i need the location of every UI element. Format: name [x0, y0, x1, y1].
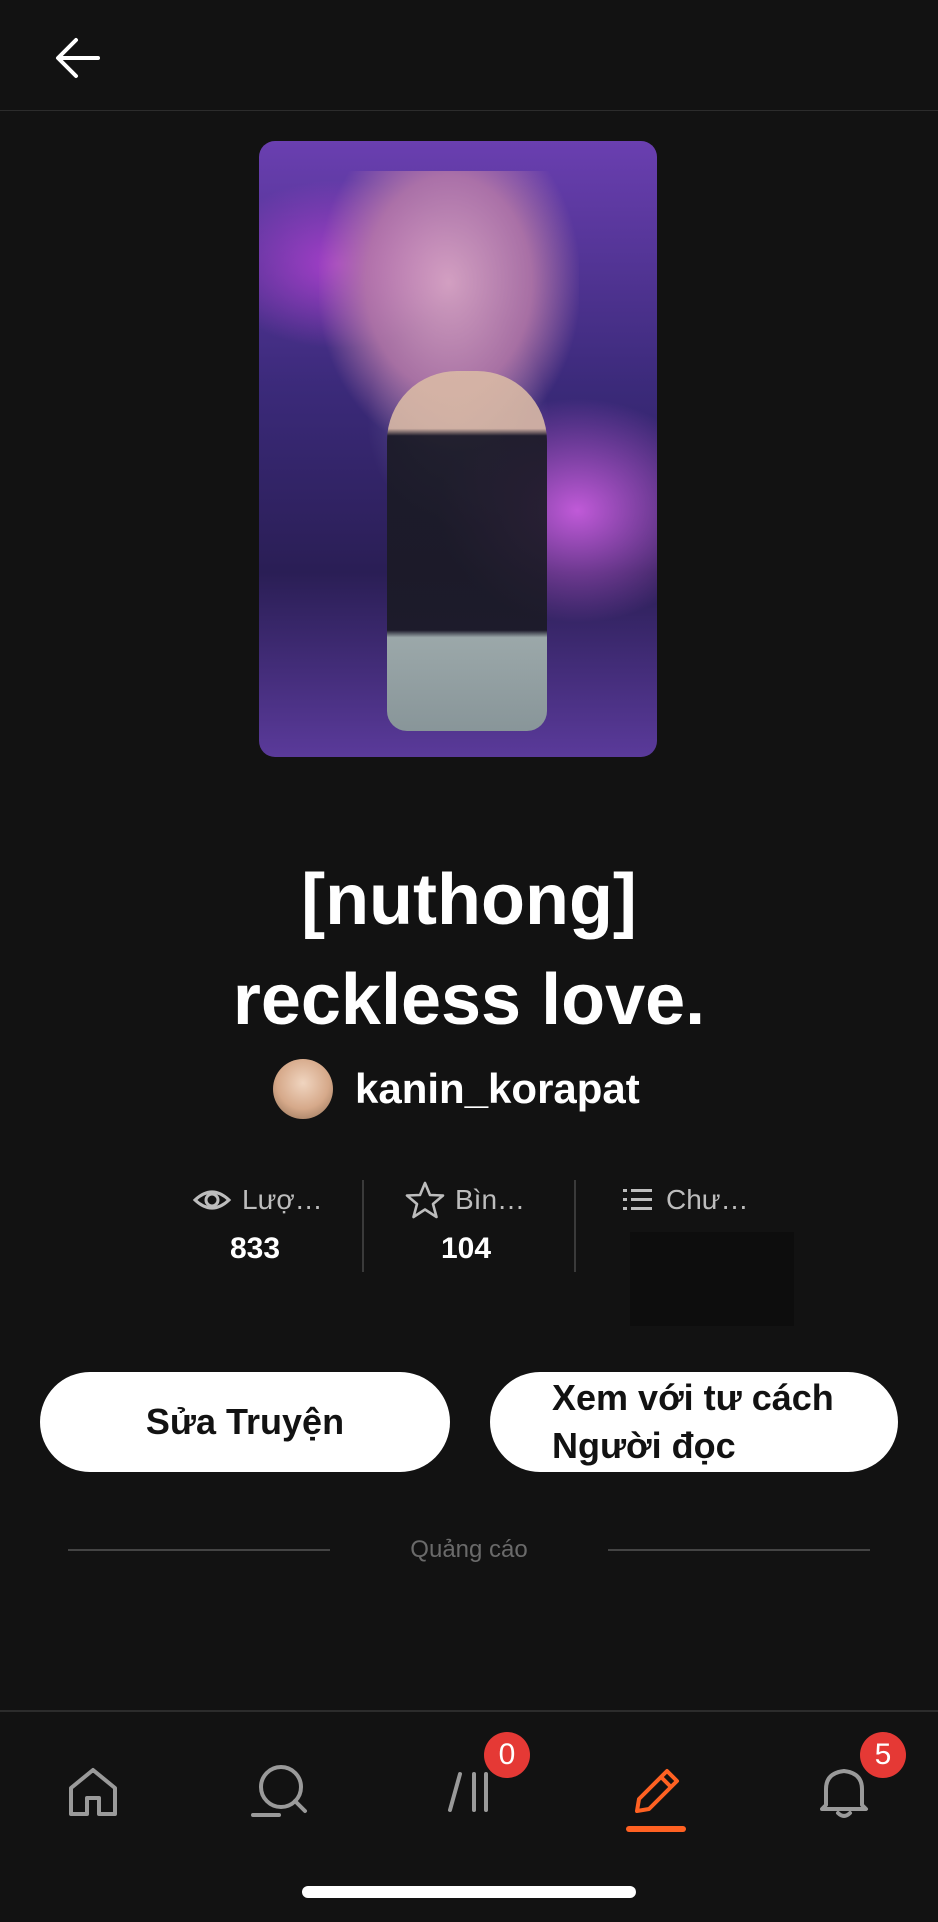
notifications-badge: 5: [860, 1732, 906, 1778]
ad-separator: Quảng cáo: [68, 1530, 871, 1570]
stat-reads: Lượ… 833: [192, 1180, 323, 1300]
ad-divider-right: [607, 1549, 871, 1551]
star-icon: [405, 1181, 445, 1219]
library-badge: 0: [484, 1732, 530, 1778]
stat-votes-value: 104: [441, 1232, 492, 1265]
stat-votes: Bìn… 104: [405, 1180, 525, 1300]
stat-parts-label: Chư…: [666, 1184, 749, 1215]
author-avatar: [273, 1059, 333, 1119]
edit-story-button[interactable]: Sửa Truyện: [40, 1372, 450, 1472]
list-icon: [623, 1189, 652, 1210]
story-stats: Lượ… 833 Bìn… 104 Chư…: [170, 1180, 800, 1330]
stat-divider: [362, 1180, 364, 1272]
story-cover-image: [259, 141, 657, 757]
eye-icon: [192, 1190, 232, 1210]
arrow-left-icon: [56, 38, 100, 78]
nav-search[interactable]: [230, 1742, 330, 1842]
ad-divider-left: [68, 1549, 331, 1551]
author-name: kanin_korapat: [355, 1065, 640, 1112]
story-title: [nuthong] reckless love.: [0, 850, 938, 1050]
active-tab-indicator: [626, 1826, 686, 1832]
home-indicator[interactable]: [302, 1886, 636, 1898]
search-icon: [251, 1765, 307, 1817]
cover-performer-figure: [387, 371, 547, 731]
story-title-line-1: [nuthong]: [301, 860, 637, 940]
nav-home[interactable]: [43, 1742, 143, 1842]
home-icon: [69, 1768, 117, 1816]
stat-parts-value-hidden: [630, 1232, 794, 1326]
top-bar: [0, 0, 938, 111]
write-icon: [635, 1769, 679, 1813]
stat-divider: [574, 1180, 576, 1272]
back-button[interactable]: [46, 26, 110, 90]
author-link[interactable]: kanin_korapat: [273, 1058, 640, 1120]
story-title-line-2: reckless love.: [232, 960, 706, 1040]
stat-reads-label: Lượ…: [242, 1184, 323, 1215]
nav-library[interactable]: 0: [420, 1732, 530, 1842]
view-as-reader-button[interactable]: Xem với tư cách Người đọc: [490, 1372, 898, 1472]
stat-reads-value: 833: [230, 1232, 281, 1265]
stat-votes-label: Bìn…: [455, 1184, 526, 1215]
ad-label: Quảng cáo: [410, 1536, 528, 1563]
nav-notifications[interactable]: 5: [794, 1732, 906, 1842]
